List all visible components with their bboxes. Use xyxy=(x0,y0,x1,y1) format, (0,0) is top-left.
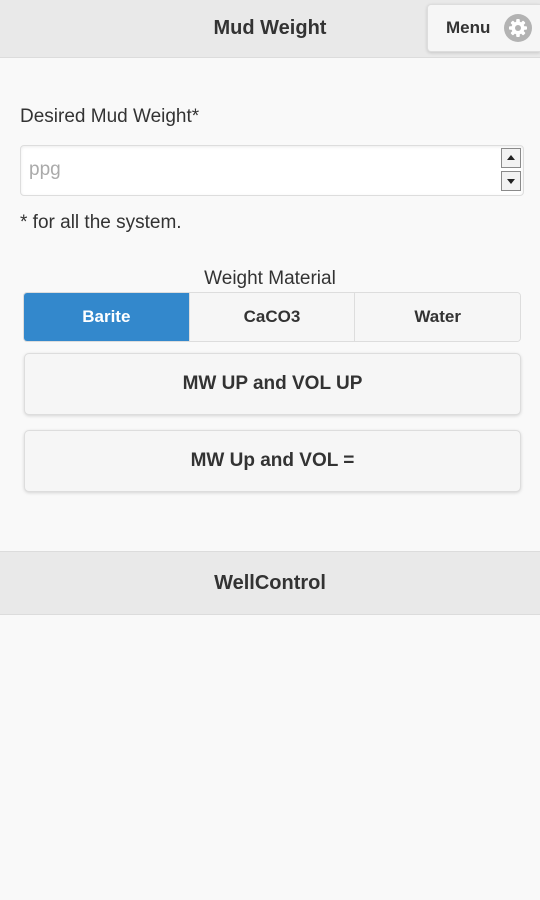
weight-material-label: Weight Material xyxy=(204,268,336,289)
gear-icon xyxy=(504,14,532,42)
menu-button[interactable]: Menu xyxy=(427,4,540,52)
spinner-down-button[interactable] xyxy=(501,171,521,191)
footer-bar: WellControl xyxy=(0,551,540,615)
material-option-caco3[interactable]: CaCO3 xyxy=(188,293,355,341)
mud-weight-label: Desired Mud Weight* xyxy=(20,106,200,127)
material-option-water[interactable]: Water xyxy=(354,293,520,341)
spinner-up-button[interactable] xyxy=(501,148,521,168)
footer-title: WellControl xyxy=(214,572,326,594)
arrow-up-icon xyxy=(507,155,515,160)
mw-up-vol-up-button[interactable]: MW UP and VOL UP xyxy=(24,353,521,415)
weight-material-selector: Barite CaCO3 Water xyxy=(23,292,521,342)
mud-weight-field xyxy=(20,145,524,196)
header-bar: Mud Weight Menu xyxy=(0,0,540,58)
menu-label: Menu xyxy=(446,18,491,37)
arrow-down-icon xyxy=(507,179,515,184)
material-option-barite[interactable]: Barite xyxy=(24,293,189,341)
system-note: * for all the system. xyxy=(20,212,182,233)
mud-weight-input[interactable] xyxy=(29,152,489,188)
mw-up-vol-equal-button[interactable]: MW Up and VOL = xyxy=(24,430,521,492)
